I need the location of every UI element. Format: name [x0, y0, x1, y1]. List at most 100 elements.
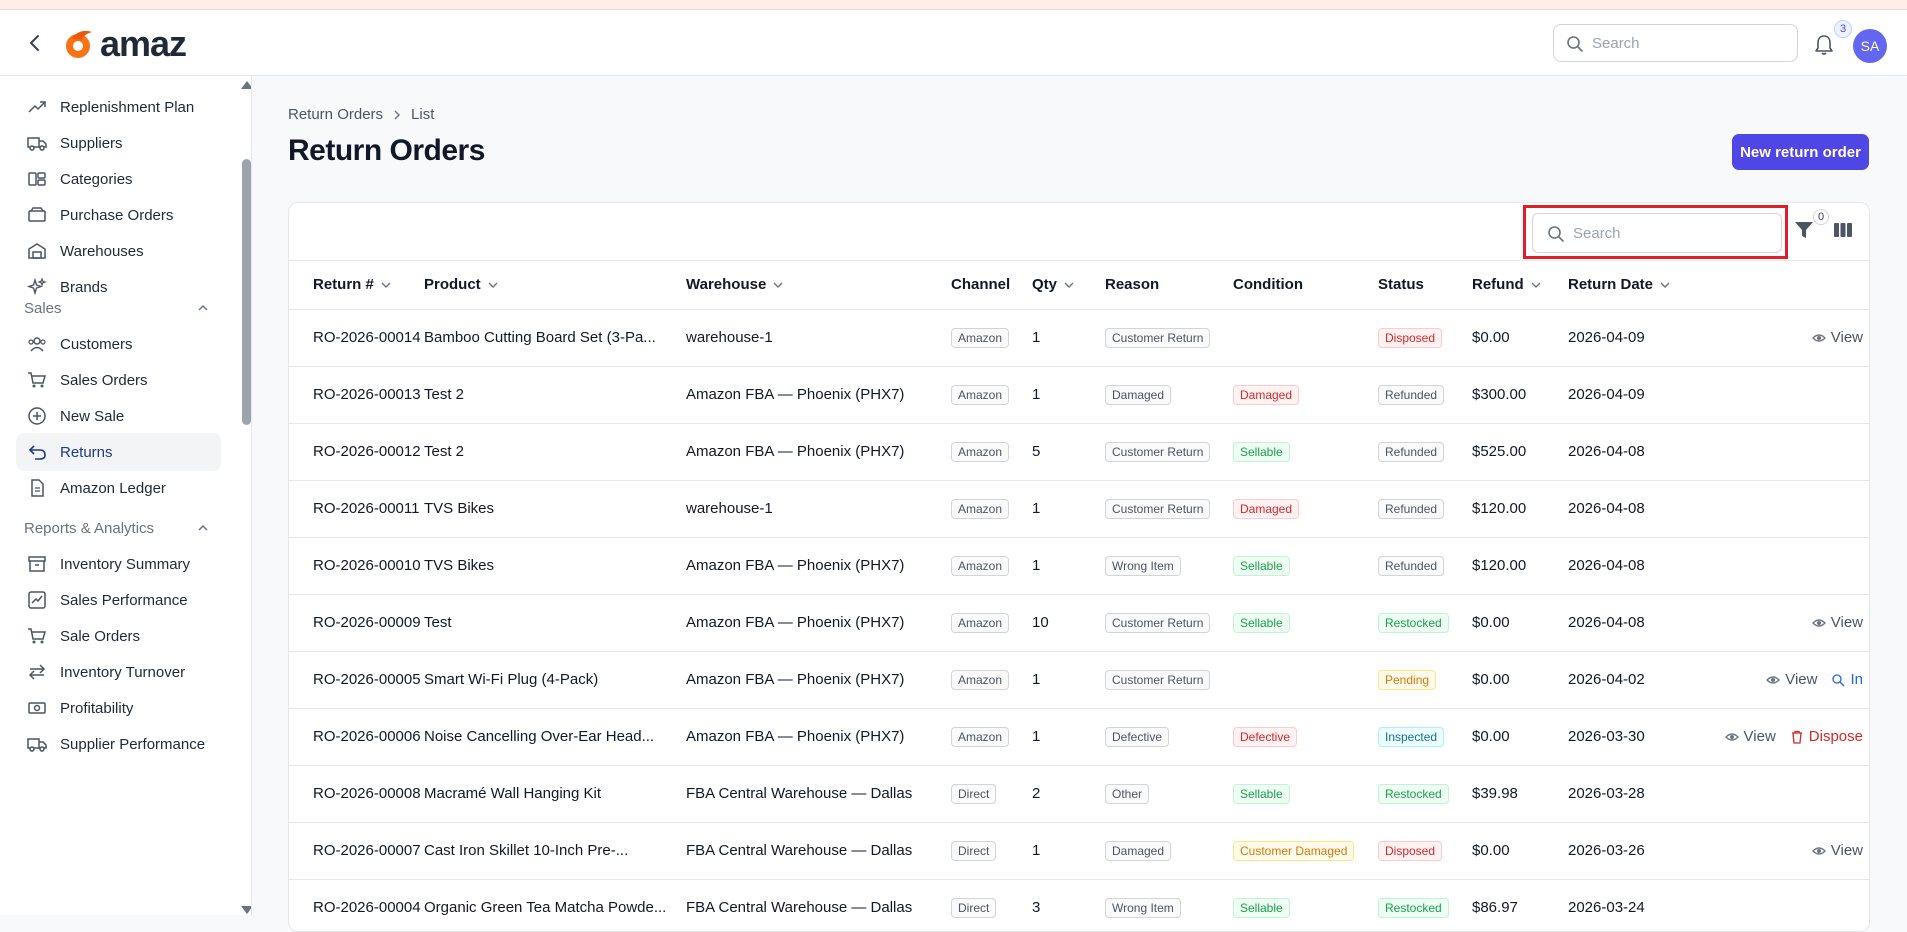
- row-actions: View: [1713, 842, 1869, 859]
- breadcrumb-parent-link[interactable]: Return Orders: [288, 106, 383, 123]
- back-button[interactable]: [22, 30, 48, 56]
- cell-return-number: RO-2026-00008: [289, 765, 424, 823]
- cell-actions: [1713, 879, 1869, 931]
- warehouse-icon: [26, 240, 48, 262]
- cell-warehouse: Amazon FBA — Phoenix (PHX7): [686, 423, 951, 481]
- view-action[interactable]: View: [1724, 728, 1776, 745]
- column-header-qty[interactable]: Qty: [1032, 261, 1105, 310]
- view-action[interactable]: View: [1811, 614, 1863, 631]
- sidebar-item-sale-orders[interactable]: Sale Orders: [16, 617, 221, 655]
- cell-return-date: 2026-04-08: [1568, 537, 1713, 595]
- reason-badge: Customer Return: [1105, 669, 1211, 690]
- cell-warehouse: Amazon FBA — Phoenix (PHX7): [686, 366, 951, 424]
- sidebar-item-inventory-summary[interactable]: Inventory Summary: [16, 545, 221, 583]
- cell-return-number: RO-2026-00009: [289, 594, 424, 652]
- column-header-return-date[interactable]: Return Date: [1568, 261, 1713, 310]
- filter-count-badge: 0: [1813, 209, 1829, 225]
- sidebar-scrollbar-thumb[interactable]: [242, 159, 251, 425]
- row-actions: View: [1713, 329, 1869, 346]
- cell-return-number: RO-2026-00010: [289, 537, 424, 595]
- table-row[interactable]: RO-2026-00009 Test Amazon FBA — Phoenix …: [289, 594, 1869, 652]
- logo-text: amaz: [100, 23, 187, 64]
- sidebar-item-supplier-performance[interactable]: Supplier Performance: [16, 725, 221, 763]
- sidebar-section-reports[interactable]: Reports & Analytics: [24, 516, 210, 540]
- cell-qty: 5: [1032, 423, 1105, 481]
- cell-warehouse: FBA Central Warehouse — Dallas: [686, 765, 951, 823]
- eye-icon: [1811, 618, 1826, 627]
- cell-product: Organic Green Tea Matcha Powde...: [424, 879, 686, 931]
- row-actions: View: [1713, 614, 1869, 631]
- sidebar-item-customers[interactable]: Customers: [16, 325, 221, 363]
- return-orders-card: 0 Return # Product Warehouse Channel Qty…: [288, 202, 1870, 932]
- global-search-input[interactable]: [1592, 34, 1782, 52]
- cell-status: Refunded: [1378, 537, 1472, 595]
- dispose-action[interactable]: Dispose: [1790, 728, 1863, 745]
- table-row[interactable]: RO-2026-00013 Test 2 Amazon FBA — Phoeni…: [289, 366, 1869, 424]
- table-row[interactable]: RO-2026-00007 Cast Iron Skillet 10-Inch …: [289, 822, 1869, 880]
- sidebar-item-amazon-ledger[interactable]: Amazon Ledger: [16, 469, 221, 507]
- sidebar-section-sales[interactable]: Sales: [24, 296, 210, 320]
- cell-channel: Amazon: [951, 480, 1032, 538]
- table-row[interactable]: RO-2026-00010 TVS Bikes Amazon FBA — Pho…: [289, 537, 1869, 595]
- package-icon: [26, 204, 48, 226]
- app-header: amaz 3 SA: [0, 10, 1907, 76]
- notification-badge: 3: [1834, 20, 1852, 38]
- cell-warehouse: warehouse-1: [686, 480, 951, 538]
- cell-product: Smart Wi-Fi Plug (4-Pack): [424, 651, 686, 709]
- column-header-warehouse[interactable]: Warehouse: [686, 261, 951, 310]
- sidebar-item-sales-orders[interactable]: Sales Orders: [16, 361, 221, 399]
- columns-icon[interactable]: [1832, 219, 1854, 241]
- sidebar-item-categories[interactable]: Categories: [16, 160, 221, 198]
- sidebar-item-suppliers[interactable]: Suppliers: [16, 124, 221, 162]
- sidebar-item-new-sale[interactable]: New Sale: [16, 397, 221, 435]
- sidebar-item-inventory-turnover[interactable]: Inventory Turnover: [16, 653, 221, 691]
- truck-icon: [26, 733, 48, 755]
- chevron-down-icon: [773, 282, 783, 288]
- column-header-return-number[interactable]: Return #: [289, 261, 424, 310]
- status-badge: Pending: [1378, 669, 1437, 690]
- user-avatar[interactable]: SA: [1853, 29, 1887, 63]
- column-header-product[interactable]: Product: [424, 261, 686, 310]
- reason-badge: Damaged: [1105, 840, 1172, 861]
- bell-icon[interactable]: [1811, 32, 1837, 58]
- sidebar-item-replenishment-plan[interactable]: Replenishment Plan: [16, 88, 221, 126]
- view-action[interactable]: View: [1811, 329, 1863, 346]
- table-row[interactable]: RO-2026-00004 Organic Green Tea Matcha P…: [289, 879, 1869, 931]
- cell-reason: Customer Return: [1105, 423, 1233, 481]
- cell-reason: Customer Return: [1105, 651, 1233, 709]
- cell-reason: Customer Return: [1105, 594, 1233, 652]
- cell-return-number: RO-2026-00014: [289, 309, 424, 367]
- view-action[interactable]: View: [1766, 671, 1817, 688]
- chevron-left-icon: [30, 35, 39, 51]
- sidebar-item-sales-performance[interactable]: Sales Performance: [16, 581, 221, 619]
- scroll-down-arrow[interactable]: [241, 906, 251, 914]
- search-highlight-box: [1523, 205, 1788, 259]
- cell-qty: 3: [1032, 879, 1105, 931]
- table-row[interactable]: RO-2026-00008 Macramé Wall Hanging Kit F…: [289, 765, 1869, 823]
- table-row[interactable]: RO-2026-00006 Noise Cancelling Over-Ear …: [289, 708, 1869, 766]
- cell-refund: $39.98: [1472, 765, 1568, 823]
- sidebar-item-profitability[interactable]: Profitability: [16, 689, 221, 727]
- table-row[interactable]: RO-2026-00012 Test 2 Amazon FBA — Phoeni…: [289, 423, 1869, 481]
- table-row[interactable]: RO-2026-00014 Bamboo Cutting Board Set (…: [289, 309, 1869, 367]
- table-row[interactable]: RO-2026-00005 Smart Wi-Fi Plug (4-Pack) …: [289, 651, 1869, 709]
- cell-status: Restocked: [1378, 879, 1472, 931]
- sidebar-item-purchase-orders[interactable]: Purchase Orders: [16, 196, 221, 234]
- sidebar-item-returns[interactable]: Returns: [16, 433, 221, 471]
- cell-warehouse: warehouse-1: [686, 309, 951, 367]
- cell-refund: $0.00: [1472, 708, 1568, 766]
- new-return-order-button[interactable]: New return order: [1732, 134, 1869, 170]
- cell-actions: View: [1713, 309, 1869, 367]
- app-logo[interactable]: amaz: [62, 22, 187, 66]
- filter-icon[interactable]: [1793, 219, 1815, 241]
- sidebar-item-warehouses[interactable]: Warehouses: [16, 232, 221, 270]
- inspect-action[interactable]: In: [1831, 671, 1863, 688]
- cell-actions: [1713, 423, 1869, 481]
- global-search[interactable]: [1553, 24, 1798, 62]
- view-action[interactable]: View: [1811, 842, 1863, 859]
- scroll-up-arrow[interactable]: [241, 81, 251, 89]
- sparkles-icon: [26, 276, 48, 298]
- column-header-refund[interactable]: Refund: [1472, 261, 1568, 310]
- cell-return-date: 2026-03-26: [1568, 822, 1713, 880]
- table-row[interactable]: RO-2026-00011 TVS Bikes warehouse-1 Amaz…: [289, 480, 1869, 538]
